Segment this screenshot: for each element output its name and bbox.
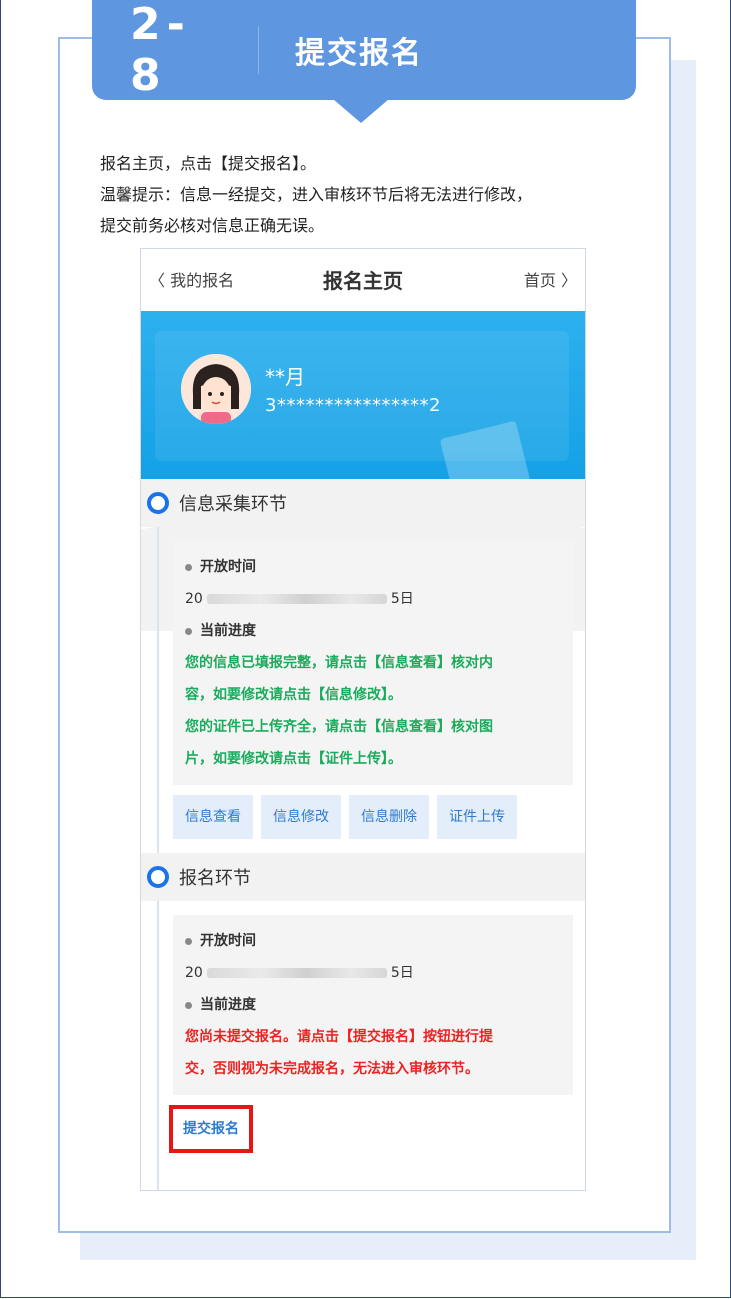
section-title: 报名环节 <box>179 868 251 889</box>
section-info: 开放时间 20 5日 当前进度 您尚未提交报名。请点击【提交报名】按钮进行提 交，… <box>173 915 573 1095</box>
progress-text: 您尚未提交报名。请点击【提交报名】按钮进行提 <box>185 1029 493 1045</box>
upload-documents-button[interactable]: 证件上传 <box>437 795 517 839</box>
progress-text: 您的证件已上传齐全，请点击【信息查看】核对图 <box>185 719 493 735</box>
bullet-icon <box>185 1001 192 1009</box>
phone-screenshot: 〈 我的报名 报名主页 首页 〉 **月 3****************2 … <box>140 248 586 1191</box>
progress-label: 当前进度 <box>185 615 561 647</box>
edit-info-button[interactable]: 信息修改 <box>261 795 341 839</box>
section-header: 信息采集环节 <box>141 479 585 527</box>
progress-label: 当前进度 <box>185 989 561 1021</box>
blurred-date <box>206 594 387 604</box>
user-name: **月 <box>265 365 305 389</box>
open-time-label: 开放时间 <box>185 551 561 583</box>
timeline-node-icon <box>147 866 169 888</box>
progress-text: 片，如要修改请点击【证件上传】。 <box>185 751 402 767</box>
open-time-value: 20 5日 <box>185 965 414 981</box>
section-title: 信息采集环节 <box>179 494 287 515</box>
header-pointer <box>333 99 389 123</box>
blurred-date <box>206 968 387 978</box>
progress-text: 交，否则视为未完成报名，无法进入审核环节。 <box>185 1061 479 1077</box>
step-header: 2-8 提交报名 <box>92 0 636 101</box>
step-number: 2-8 <box>130 0 191 101</box>
step-description: 报名主页，点击【提交报名】。 温馨提示：信息一经提交，进入审核环节后将无法进行修… <box>100 148 640 241</box>
progress-text: 容，如要修改请点击【信息修改】。 <box>185 687 402 703</box>
open-time-value: 20 5日 <box>185 591 414 607</box>
nav-bar: 〈 我的报名 报名主页 首页 〉 <box>141 249 585 311</box>
delete-info-button[interactable]: 信息删除 <box>349 795 429 839</box>
action-buttons: 信息查看 信息修改 信息删除 证件上传 <box>173 795 585 839</box>
header-divider <box>258 26 259 74</box>
description-line: 温馨提示：信息一经提交，进入审核环节后将无法进行修改， <box>100 185 533 204</box>
user-id-number: 3****************2 <box>265 395 441 416</box>
step-title: 提交报名 <box>295 36 423 71</box>
bullet-icon <box>185 563 192 571</box>
bullet-icon <box>185 937 192 945</box>
section-info: 开放时间 20 5日 当前进度 您的信息已填报完整，请点击【信息查看】核对内 容，… <box>173 541 573 785</box>
page-title: 报名主页 <box>323 269 403 293</box>
bullet-icon <box>185 627 192 635</box>
description-line: 报名主页，点击【提交报名】。 <box>100 154 317 173</box>
avatar <box>181 354 251 424</box>
progress-text: 您的信息已填报完整，请点击【信息查看】核对内 <box>185 655 493 671</box>
home-link[interactable]: 首页 〉 <box>524 267 577 291</box>
view-info-button[interactable]: 信息查看 <box>173 795 253 839</box>
submit-highlight: 提交报名 <box>169 1105 253 1153</box>
submit-registration-button[interactable]: 提交报名 <box>173 1109 249 1149</box>
description-line: 提交前务必核对信息正确无误。 <box>100 216 325 235</box>
timeline-node-icon <box>147 492 169 514</box>
section-header: 报名环节 <box>141 853 585 901</box>
progress-content: 信息采集环节 开放时间 20 5日 当前进度 您的信息已填报完整，请点击【信息查看… <box>141 479 585 1153</box>
open-time-label: 开放时间 <box>185 925 561 957</box>
